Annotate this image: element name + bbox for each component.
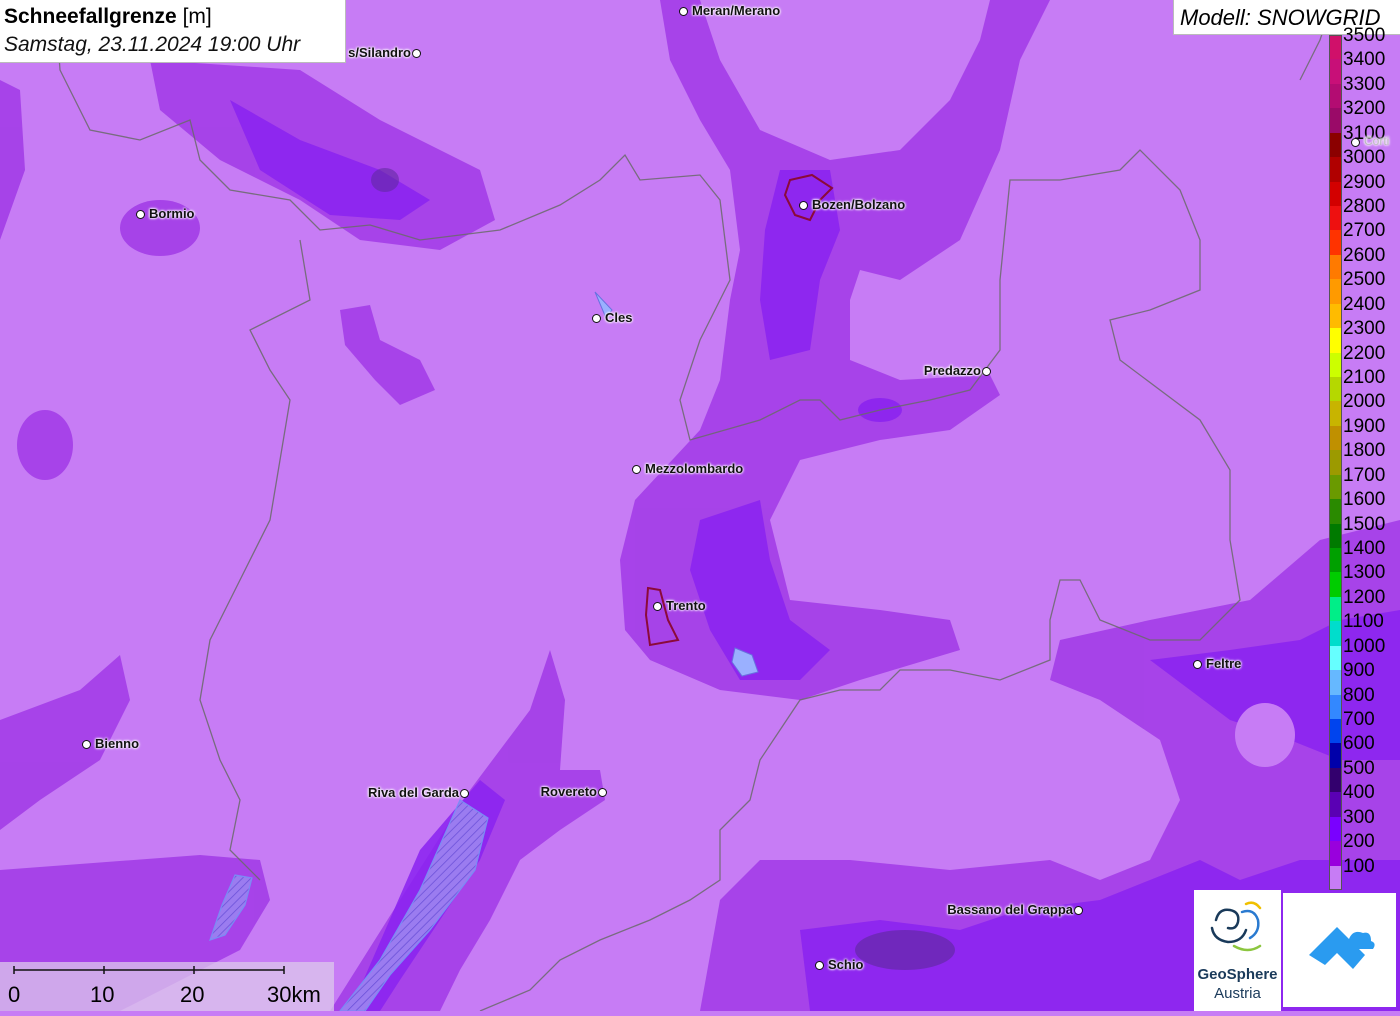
city-label: Trento: [666, 598, 706, 613]
geosphere-swirl-icon: [1210, 901, 1262, 952]
snow-app-logo[interactable]: [1283, 893, 1396, 1007]
city-label: Bozen/Bolzano: [812, 197, 906, 212]
legend-label: 2100: [1343, 367, 1386, 388]
scale-label-10: 10: [90, 982, 115, 1007]
city-marker[interactable]: [799, 201, 808, 210]
legend-label: 500: [1343, 757, 1375, 779]
city-label: s/Silandro: [348, 45, 411, 60]
legend-label: 1900: [1343, 415, 1386, 437]
legend-label: 1100: [1343, 611, 1384, 633]
legend-label: 2800: [1343, 196, 1386, 217]
city-marker[interactable]: [1351, 138, 1360, 147]
legend-label: 1400: [1343, 538, 1386, 559]
city-label: Cles: [605, 310, 633, 325]
map-title-unit: [m]: [182, 5, 212, 28]
city-marker[interactable]: [592, 314, 601, 323]
geosphere-logo-line2: Austria: [1214, 985, 1261, 1002]
legend-label: 2600: [1343, 244, 1386, 266]
scale-label-20: 20: [180, 982, 205, 1007]
legend-label: 3500: [1343, 25, 1386, 46]
city-label: Bassano del Grappa: [947, 902, 1073, 917]
city-label: Bormio: [149, 206, 195, 221]
legend-label: 3200: [1343, 98, 1386, 120]
legend-label: 1300: [1343, 562, 1386, 584]
city-label: Rovereto: [540, 784, 597, 799]
geosphere-logo[interactable]: GeoSphere Austria: [1194, 890, 1281, 1011]
map-datetime: Samstag, 23.11.2024 19:00 Uhr: [4, 33, 301, 56]
scale-label-30km: 30km: [267, 982, 321, 1007]
legend-label: 2500: [1343, 269, 1386, 291]
legend-label: 1200: [1343, 586, 1386, 608]
city-marker[interactable]: [679, 7, 688, 16]
scale-label-0: 0: [8, 982, 21, 1007]
legend-label: 3400: [1343, 49, 1386, 71]
legend-label: 2400: [1343, 293, 1386, 315]
legend-label: 600: [1343, 733, 1375, 755]
legend-label: 1800: [1343, 440, 1386, 462]
geosphere-logo-line1: GeoSphere: [1197, 966, 1278, 983]
legend-label: 2200: [1343, 342, 1386, 364]
city-marker[interactable]: [653, 602, 662, 611]
city-label: Predazzo: [923, 363, 981, 378]
legend-label: 100: [1343, 855, 1375, 877]
city-marker[interactable]: [82, 740, 91, 749]
city-marker[interactable]: [460, 789, 469, 798]
legend-label: 800: [1343, 684, 1375, 706]
legend-label: 400: [1343, 782, 1375, 804]
legend-label: 1600: [1343, 489, 1386, 511]
city-marker[interactable]: [1193, 660, 1202, 669]
legend-label: 300: [1343, 806, 1375, 828]
city-label: Bienno: [95, 736, 140, 751]
legend-label: 2700: [1343, 220, 1386, 242]
legend-label: 900: [1343, 660, 1375, 682]
city-label: Meran/Merano: [692, 3, 781, 18]
city-marker[interactable]: [1074, 906, 1083, 915]
legend-label: 2300: [1343, 318, 1386, 340]
city-label: Feltre: [1206, 656, 1242, 671]
legend-label: 1500: [1343, 513, 1386, 535]
title-panel: Schneefallgrenze [m] Samstag, 23.11.2024…: [0, 0, 346, 63]
city-label: Schio: [828, 957, 864, 972]
legend-label: 1700: [1343, 464, 1386, 486]
city-label: Riva del Garda: [367, 785, 459, 800]
legend-frame: [1329, 35, 1342, 890]
legend-label: 700: [1343, 709, 1375, 730]
scale-bar: 0 10 20 30km: [0, 962, 334, 1011]
legend-label: 3000: [1343, 147, 1386, 169]
city-marker[interactable]: [136, 210, 145, 219]
map-title: Schneefallgrenze [m]: [4, 3, 345, 31]
city-marker[interactable]: [412, 49, 421, 58]
city-label: Mezzolombardo: [645, 461, 744, 476]
city-marker[interactable]: [632, 465, 641, 474]
color-legend: 3500 3400 3300 3200 3100 3000 2900 2800 2700 2600…: [1329, 25, 1400, 890]
city-marker[interactable]: [815, 961, 824, 970]
snow-mountain-icon: [1309, 927, 1375, 969]
city-marker[interactable]: [598, 788, 607, 797]
legend-label: 1000: [1343, 635, 1386, 657]
legend-label: 2900: [1343, 171, 1386, 193]
city-marker[interactable]: [982, 367, 991, 376]
snowfall-limit-map[interactable]: [0, 0, 1400, 1011]
legend-label: 2000: [1343, 391, 1386, 413]
city-label: Corti: [1364, 134, 1390, 148]
legend-label: 200: [1343, 831, 1375, 853]
map-title-main: Schneefallgrenze: [4, 5, 177, 28]
legend-label: 3300: [1343, 73, 1386, 95]
